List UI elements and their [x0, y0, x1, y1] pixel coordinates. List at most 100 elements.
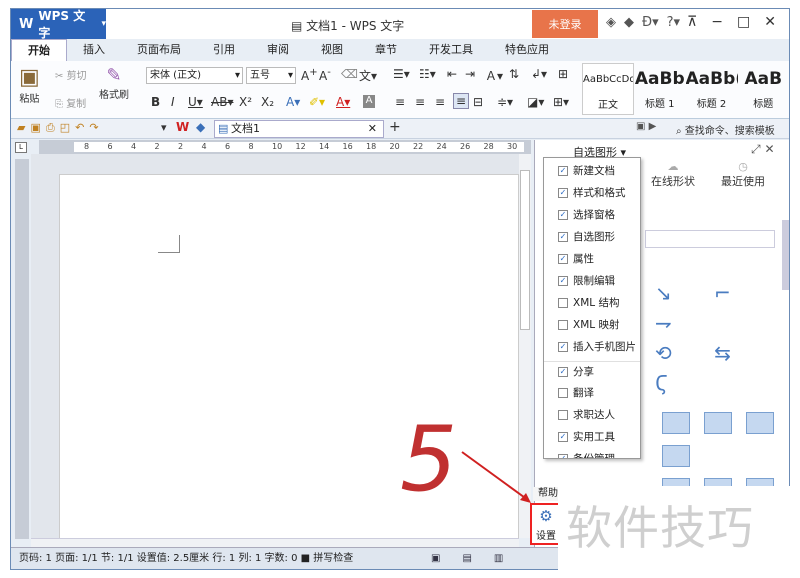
checkbox[interactable]: ✓ — [558, 367, 568, 377]
shading-icon[interactable]: ◪▾ — [527, 95, 544, 109]
login-button[interactable]: 未登录 — [532, 10, 598, 38]
shape-item[interactable] — [662, 445, 690, 467]
shape-item[interactable] — [746, 412, 774, 434]
tab-0[interactable]: 开始 — [11, 39, 67, 61]
scroll-thumb[interactable] — [520, 170, 530, 330]
bullets-icon[interactable]: ☰▾ — [393, 67, 410, 81]
table-icon[interactable]: ⊞ — [558, 67, 568, 81]
checkbox[interactable]: ✓ — [558, 254, 568, 264]
minimize-button[interactable]: − — [711, 14, 723, 30]
format-painter-button[interactable]: ✎ 格式刷 — [99, 65, 129, 101]
tab-online-shapes[interactable]: ☁ 在线形状 — [651, 160, 695, 189]
tab-3[interactable]: 引用 — [197, 39, 251, 61]
italic-icon[interactable]: I — [171, 95, 175, 109]
distributed-icon[interactable]: ⊟ — [473, 95, 483, 109]
grow-font-icon[interactable]: A+ — [301, 67, 318, 83]
style-item[interactable]: AaBb(标题 2 — [686, 63, 738, 115]
font-color-icon[interactable]: A▾ — [336, 95, 350, 109]
shape-search-input[interactable] — [645, 230, 775, 248]
feedback-icon[interactable]: ▣ — [636, 121, 645, 132]
checkbox[interactable] — [558, 388, 568, 398]
app-menu-button[interactable]: W WPS 文字 ▾ — [11, 9, 106, 40]
checkbox[interactable] — [558, 298, 568, 308]
menu-item[interactable]: 翻译 — [544, 383, 640, 403]
cube-icon[interactable]: ◆ — [196, 120, 205, 134]
view-mode-icons[interactable]: ▣▤▥ — [431, 548, 525, 569]
tab-6[interactable]: 章节 — [359, 39, 413, 61]
maximize-button[interactable]: □ — [737, 14, 750, 30]
font-size-select[interactable]: 五号 ▾ — [246, 67, 296, 84]
restore-ribbon-icon[interactable]: ⊼ — [687, 14, 697, 30]
paste-button[interactable]: ▣ 粘贴 — [19, 65, 40, 105]
copy-button[interactable]: ⎘ 复制 — [55, 95, 86, 110]
justify-icon[interactable]: ≡ — [453, 93, 470, 109]
subscript-icon[interactable]: X₂ — [261, 95, 274, 109]
share-icon[interactable]: Ð▾ — [642, 15, 659, 30]
style-item[interactable]: AaBb 标题 1 — [634, 63, 686, 115]
new-tab-icon[interactable]: + — [389, 119, 401, 135]
text-effect-icon[interactable]: A▾ — [286, 95, 300, 109]
tab-1[interactable]: 插入 — [67, 39, 121, 61]
menu-item[interactable]: XML 映射 — [544, 315, 640, 335]
menu-item[interactable]: ✓ 备份管理 — [544, 449, 640, 458]
numbering-icon[interactable]: ☷▾ — [419, 67, 436, 81]
checkbox[interactable] — [558, 410, 568, 420]
highlight-icon[interactable]: ✐▾ — [309, 95, 325, 109]
checkbox[interactable]: ✓ — [558, 454, 568, 458]
underline-icon[interactable]: U▾ — [188, 95, 203, 109]
tab-2[interactable]: 页面布局 — [121, 39, 197, 61]
wps-icon[interactable]: W — [176, 120, 189, 134]
cut-button[interactable]: ✂ 剪切 — [55, 67, 87, 82]
skin-icon[interactable]: ◈ — [606, 15, 616, 30]
menu-item[interactable]: 求职达人 — [544, 405, 640, 425]
flag-icon[interactable]: ▶ — [649, 121, 657, 132]
style-item[interactable]: AaBbCcDd 正文 — [582, 63, 634, 115]
show-marks-icon[interactable]: ↲▾ — [531, 67, 547, 81]
menu-item[interactable]: ✓ 自选图形 — [544, 227, 640, 247]
align-center-icon[interactable]: ≡ — [415, 95, 425, 109]
strikethrough-icon[interactable]: AB▾ — [211, 95, 233, 109]
checkbox[interactable]: ✓ — [558, 342, 568, 352]
preview-icon[interactable]: ◰ — [60, 121, 75, 134]
bold-icon[interactable]: B — [151, 95, 160, 109]
print-icon[interactable]: ⎙ — [46, 121, 60, 134]
save-icon[interactable]: ▣ — [30, 121, 45, 134]
phonetic-icon[interactable]: 文▾ — [359, 67, 377, 84]
menu-item[interactable]: ✓ 样式和格式 — [544, 183, 640, 203]
line-spacing-icon[interactable]: ≑▾ — [497, 95, 513, 109]
arrow-shapes[interactable]: ↘ ⌐ ⇁ ⟲ ⇆ Ϛ — [655, 278, 789, 398]
menu-item[interactable]: ✓ 分享 — [544, 361, 640, 381]
checkbox[interactable]: ✓ — [558, 432, 568, 442]
shrink-font-icon[interactable]: A- — [319, 67, 331, 83]
document-page[interactable] — [59, 174, 519, 544]
tab-recent-shapes[interactable]: ◷ 最近使用 — [721, 160, 765, 189]
borders-icon[interactable]: ⊞▾ — [553, 95, 569, 109]
superscript-icon[interactable]: X² — [239, 95, 252, 109]
checkbox[interactable] — [558, 320, 568, 330]
close-tab-icon[interactable]: ✕ — [368, 121, 377, 137]
menu-item[interactable]: ✓ 限制编辑 — [544, 271, 640, 291]
clear-format-icon[interactable]: ⌫ — [341, 67, 358, 81]
style-item[interactable]: AaB 标题 — [738, 63, 790, 115]
menu-item[interactable]: ✓ 插入手机图片 — [544, 337, 640, 357]
shape-item[interactable] — [704, 412, 732, 434]
char-shading-icon[interactable]: A — [363, 95, 375, 108]
document-tab[interactable]: ▤ 文档1 ✕ — [214, 120, 384, 138]
shield-icon[interactable]: ◆ — [624, 15, 634, 30]
checkbox[interactable]: ✓ — [558, 232, 568, 242]
tab-5[interactable]: 视图 — [305, 39, 359, 61]
menu-item[interactable]: ✓ 实用工具 — [544, 427, 640, 447]
tab-8[interactable]: 特色应用 — [489, 39, 565, 61]
close-icon[interactable]: ✕ — [764, 142, 774, 156]
tab-4[interactable]: 审阅 — [251, 39, 305, 61]
checkbox[interactable]: ✓ — [558, 188, 568, 198]
menu-item[interactable]: ✓ 新建文档 — [544, 161, 640, 181]
undo-icon[interactable]: ↶ — [75, 121, 89, 134]
decrease-indent-icon[interactable]: ⇤ — [447, 67, 457, 81]
tab-stop-selector[interactable]: L — [15, 142, 27, 153]
expand-icon[interactable]: ⤢ — [751, 142, 761, 156]
task-pane-scrollbar[interactable] — [782, 220, 789, 290]
vertical-scrollbar[interactable] — [519, 154, 531, 538]
close-button[interactable]: ✕ — [764, 14, 776, 30]
open-icon[interactable]: ▰ — [17, 121, 30, 134]
